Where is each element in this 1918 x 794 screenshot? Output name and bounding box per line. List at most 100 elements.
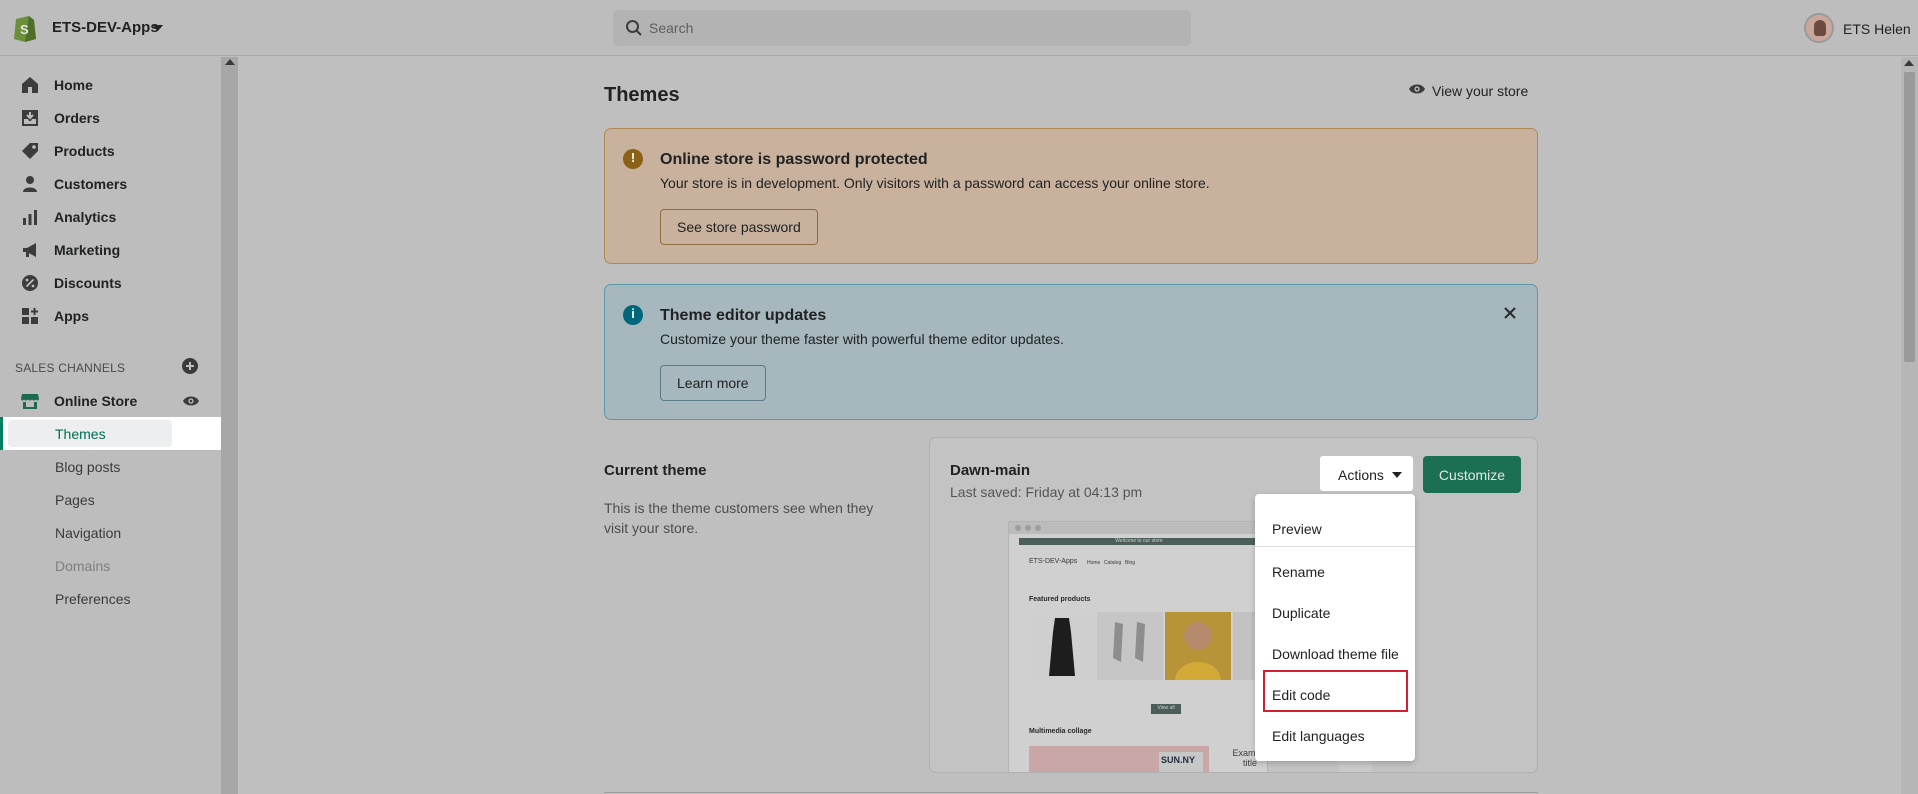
see-store-password-button[interactable]: See store password (660, 209, 818, 245)
sidebar-item-label: Discounts (54, 275, 122, 291)
preview-featured-heading: Featured products (1029, 596, 1091, 603)
sidebar-subitem-navigation[interactable]: Navigation (0, 516, 221, 549)
sidebar-item-marketing[interactable]: Marketing (0, 234, 221, 266)
preview-dot (1015, 525, 1021, 531)
user-name[interactable]: ETS Helen (1843, 21, 1911, 37)
eye-icon[interactable] (1408, 82, 1426, 96)
menu-item-download-theme-file[interactable]: Download theme file (1255, 635, 1415, 671)
sidebar-subitem-themes[interactable]: Themes (0, 417, 221, 450)
theme-card: Dawn-main Last saved: Friday at 04:13 pm… (929, 437, 1538, 773)
preview-store-name: ETS-DEV-Apps (1029, 558, 1078, 565)
menu-item-label: Edit languages (1272, 728, 1365, 744)
sidebar-subitem-pages[interactable]: Pages (0, 483, 221, 516)
theme-name: Dawn-main (950, 462, 1031, 479)
megaphone-icon (23, 243, 36, 257)
theme-last-saved: Last saved: Friday at 04:13 pm (950, 484, 1143, 500)
sidebar-subitem-domains: Domains (0, 549, 221, 582)
sidebar-subitem-label: Navigation (55, 525, 122, 541)
customize-button[interactable]: Customize (1423, 456, 1521, 493)
preview-announcement-text: Welcome to our store (1115, 538, 1163, 544)
sidebar-subitem-label: Themes (55, 426, 106, 442)
sidebar-item-customers[interactable]: Customers (0, 168, 221, 200)
sidebar-item-label: Online Store (54, 393, 138, 409)
page-scrollbar-thumb[interactable] (1904, 72, 1915, 362)
sidebar-item-label: Customers (54, 176, 128, 192)
sidebar-subitem-label: Domains (55, 558, 111, 574)
store-name[interactable]: ETS-DEV-Apps (52, 19, 159, 36)
preview-multimedia-heading: Multimedia collage (1029, 728, 1092, 735)
sidebar-subitem-blog-posts[interactable]: Blog posts (0, 450, 221, 483)
actions-dropdown-menu: Preview Rename Duplicate Download theme … (1255, 494, 1415, 761)
menu-item-edit-languages[interactable]: Edit languages (1255, 717, 1415, 753)
actions-button-label: Actions (1338, 467, 1384, 483)
preview-nav-home: Home (1087, 560, 1101, 566)
menu-item-label: Preview (1272, 521, 1322, 537)
apps-icon (22, 308, 38, 324)
svg-text:S: S (20, 22, 29, 37)
theme-preview-image[interactable]: Welcome to our store ETS-DEV-Apps Home C… (1008, 521, 1268, 772)
tag-icon (22, 143, 38, 159)
sidebar-item-products[interactable]: Products (0, 135, 221, 167)
info-icon: i (623, 305, 643, 325)
sidebar-subitem-label: Blog posts (55, 459, 121, 475)
sidebar-item-apps[interactable]: Apps (0, 300, 221, 332)
search-bar[interactable] (613, 10, 1191, 46)
section-divider (604, 792, 1538, 793)
menu-item-rename[interactable]: Rename (1255, 553, 1415, 589)
current-theme-title: Current theme (604, 462, 707, 479)
sidebar-subitem-label: Preferences (55, 591, 131, 607)
preview-nav-catalog: Catalog (1104, 560, 1122, 566)
chevron-down-icon[interactable] (153, 25, 163, 31)
orders-icon (22, 110, 38, 126)
edit-code-highlight-box (1263, 670, 1408, 712)
home-icon (22, 77, 38, 93)
menu-item-label: Duplicate (1272, 605, 1331, 621)
learn-more-button[interactable]: Learn more (660, 365, 766, 401)
preview-brand-text: SUN.NY (1161, 755, 1196, 765)
sidebar-item-discounts[interactable]: Discounts (0, 267, 221, 299)
sidebar-item-label: Analytics (54, 209, 117, 225)
view-store-link[interactable]: View your store (1432, 83, 1528, 99)
bar-chart-icon (23, 210, 37, 225)
preview-view-all-label: View all (1157, 705, 1175, 711)
current-theme-description: This is the theme customers see when the… (604, 500, 874, 536)
preview-dot (1025, 525, 1031, 531)
eye-icon[interactable] (182, 394, 200, 408)
preview-view-all-button: View all (1151, 704, 1181, 714)
sidebar-item-label: Products (54, 143, 115, 159)
banner-title: Online store is password protected (660, 151, 928, 168)
sidebar-item-home[interactable]: Home (0, 69, 221, 101)
search-input[interactable] (649, 10, 1179, 46)
sidebar-item-analytics[interactable]: Analytics (0, 201, 221, 233)
sidebar-subitem-preferences[interactable]: Preferences (0, 582, 221, 615)
banner-text: Customize your theme faster with powerfu… (660, 331, 1064, 347)
preview-product-model (1165, 612, 1231, 680)
actions-button[interactable]: Actions (1319, 455, 1414, 492)
avatar[interactable] (1804, 13, 1834, 43)
discount-icon (22, 275, 38, 291)
scroll-up-arrow-icon[interactable] (225, 59, 235, 65)
preview-browser-bar (1009, 522, 1267, 534)
sidebar-subitem-label: Pages (55, 492, 95, 508)
menu-item-label: Rename (1272, 564, 1325, 580)
menu-item-preview[interactable]: Preview (1255, 510, 1415, 546)
top-bar: S ETS-DEV-Apps ETS Helen (0, 0, 1918, 56)
warning-icon: ! (623, 149, 643, 169)
preview-dot (1035, 525, 1041, 531)
preview-announcement-bar: Welcome to our store (1019, 538, 1259, 545)
shopify-logo-icon[interactable]: S (12, 12, 38, 42)
banner-title: Theme editor updates (660, 307, 827, 324)
sidebar-item-orders[interactable]: Orders (0, 102, 221, 134)
banner-text: Your store is in development. Only visit… (660, 175, 1210, 191)
sidebar-item-label: Apps (54, 308, 89, 324)
store-icon (21, 394, 39, 409)
preview-nav-blog: Blog (1125, 560, 1136, 566)
sidebar-scrollbar[interactable] (221, 57, 238, 794)
add-channel-icon[interactable] (182, 358, 198, 374)
scroll-up-arrow-icon[interactable] (1904, 60, 1914, 66)
menu-item-duplicate[interactable]: Duplicate (1255, 594, 1415, 630)
close-icon[interactable] (1502, 305, 1518, 321)
preview-product-earrings (1097, 612, 1163, 680)
menu-divider (1255, 546, 1415, 547)
editor-updates-banner: i Theme editor updates Customize your th… (604, 284, 1538, 420)
